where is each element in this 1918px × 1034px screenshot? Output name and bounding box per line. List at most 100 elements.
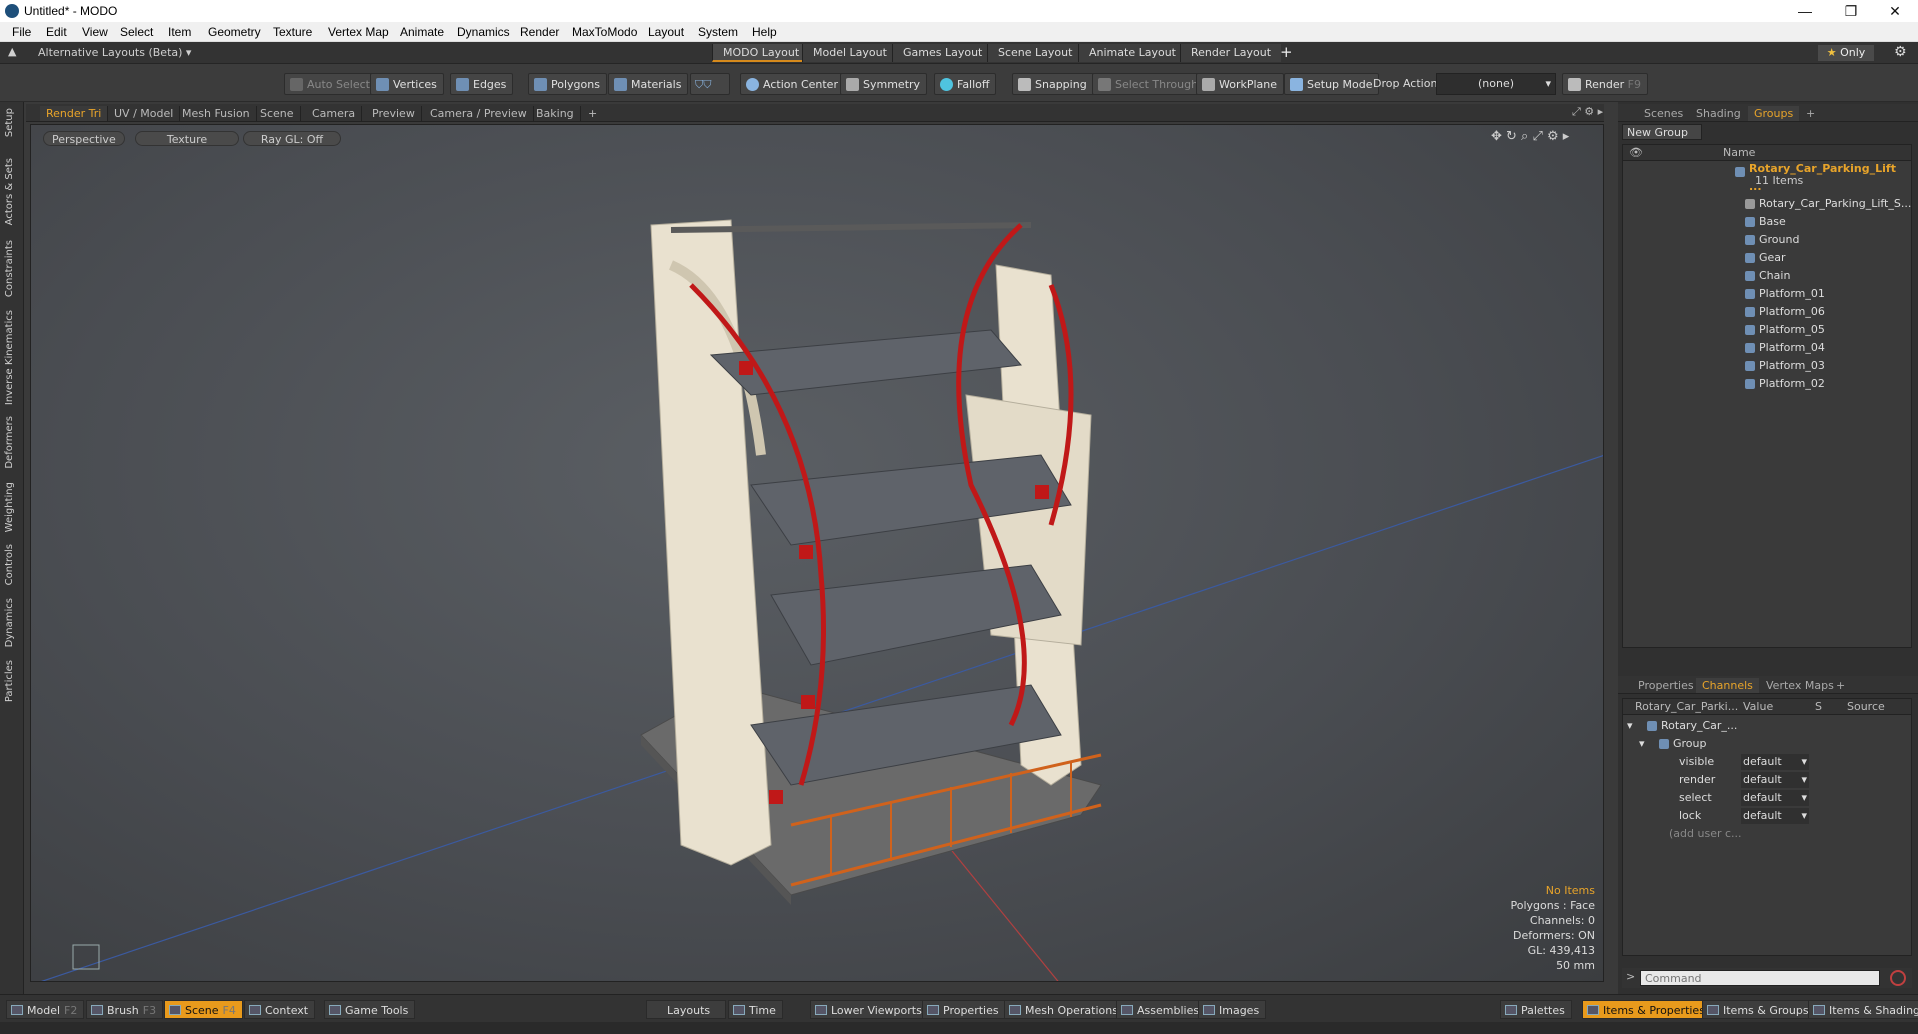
command-input[interactable]: [1640, 970, 1880, 986]
setup-mode-button[interactable]: Setup Mode: [1284, 73, 1380, 95]
menu-layout[interactable]: Layout: [648, 25, 684, 39]
list-item[interactable]: Base: [1623, 213, 1911, 231]
channel-row[interactable]: lock default ▾: [1623, 807, 1911, 825]
tab-properties[interactable]: Properties: [1632, 678, 1700, 693]
tab-scenes[interactable]: Scenes: [1638, 106, 1689, 121]
tree-root-row[interactable]: ▾ Rotary_Car_...: [1623, 717, 1911, 735]
channel-row[interactable]: select default ▾: [1623, 789, 1911, 807]
eye-icon[interactable]: 👁: [1629, 145, 1643, 161]
lower-viewports-button[interactable]: Lower Viewports: [810, 1000, 929, 1019]
menu-view[interactable]: View: [82, 25, 108, 39]
menu-file[interactable]: File: [12, 25, 31, 39]
tab-vertex-maps[interactable]: Vertex Maps: [1760, 678, 1840, 693]
list-item[interactable]: Ground: [1623, 231, 1911, 249]
menu-help[interactable]: Help: [752, 25, 777, 39]
brush-button[interactable]: Brush F3: [86, 1000, 164, 1019]
model-button[interactable]: Model F2: [6, 1000, 85, 1019]
list-item[interactable]: Platform_01: [1623, 285, 1911, 303]
close-button[interactable]: ✕: [1872, 1, 1918, 21]
select-through-button[interactable]: Select Through: [1092, 73, 1206, 95]
layout-up-icon[interactable]: ▲: [8, 45, 16, 58]
tab-render-tri[interactable]: Render Tri: [40, 106, 109, 121]
list-item[interactable]: Gear: [1623, 249, 1911, 267]
vertices-button[interactable]: Vertices: [370, 73, 444, 95]
tab-channels[interactable]: Channels: [1696, 678, 1759, 693]
action-center-button[interactable]: Action Center: [740, 73, 845, 95]
gear-icon[interactable]: ⚙: [1894, 44, 1907, 60]
maximize-button[interactable]: ❐: [1828, 1, 1874, 21]
tab-groups[interactable]: Groups: [1748, 106, 1800, 121]
items-shading-button[interactable]: Items & Shading: [1808, 1000, 1918, 1019]
channel-row[interactable]: render default ▾: [1623, 771, 1911, 789]
menu-system[interactable]: System: [698, 25, 738, 39]
time-button[interactable]: Time: [728, 1000, 783, 1019]
list-item[interactable]: Rotary_Car_Parking_Lift_S...: [1623, 195, 1911, 213]
channel-value-select[interactable]: default ▾: [1741, 772, 1809, 788]
auto-select-button[interactable]: Auto Select: [284, 73, 377, 95]
only-toggle[interactable]: ★ Only: [1818, 45, 1874, 61]
new-group-button[interactable]: New Group: [1622, 124, 1702, 140]
channel-value-select[interactable]: default ▾: [1741, 754, 1809, 770]
snapping-button[interactable]: Snapping: [1012, 73, 1094, 95]
layout-switcher[interactable]: Alternative Layouts (Beta) ▾: [38, 46, 191, 59]
falloff-button[interactable]: Falloff: [934, 73, 997, 95]
tab-games-layout[interactable]: Games Layout: [892, 44, 993, 62]
add-user-channel-row[interactable]: (add user c...: [1623, 825, 1911, 843]
list-item[interactable]: Chain: [1623, 267, 1911, 285]
tree-group-row[interactable]: ▾ Group: [1623, 735, 1911, 753]
items-groups-button[interactable]: Items & Groups: [1702, 1000, 1816, 1019]
tab-uv-model[interactable]: UV / Model: [108, 106, 181, 121]
tab-camera[interactable]: Camera: [306, 106, 363, 121]
vtab-weighting[interactable]: Weighting: [4, 482, 15, 532]
add-layout-button[interactable]: +: [1280, 43, 1293, 61]
game-tools-button[interactable]: Game Tools: [324, 1000, 416, 1019]
viewport-settings-icon[interactable]: ⤢ ⚙ ▸: [1572, 105, 1603, 119]
vtab-setup[interactable]: Setup: [4, 108, 15, 137]
palettes-button[interactable]: Palettes: [1500, 1000, 1572, 1019]
tab-shading[interactable]: Shading: [1690, 106, 1747, 121]
scene-button[interactable]: Scene F4: [164, 1000, 243, 1019]
3d-viewport[interactable]: Perspective Texture Ray GL: Off ✥ ↻ ⌕ ⤢ …: [30, 124, 1604, 982]
vtab-deformers[interactable]: Deformers: [4, 416, 15, 469]
list-item[interactable]: Platform_04: [1623, 339, 1911, 357]
images-button[interactable]: Images: [1198, 1000, 1267, 1019]
group-root-row[interactable]: Rotary_Car_Parking_Lift ... 11 Items: [1623, 162, 1911, 193]
context-button[interactable]: Context: [244, 1000, 316, 1019]
tab-baking[interactable]: Baking: [530, 106, 581, 121]
vtab-controls[interactable]: Controls: [4, 544, 15, 585]
menu-texture[interactable]: Texture: [273, 25, 312, 39]
list-item[interactable]: Platform_06: [1623, 303, 1911, 321]
add-tab-button[interactable]: +: [1830, 678, 1851, 693]
tab-mesh-fusion[interactable]: Mesh Fusion: [176, 106, 257, 121]
menu-maxtomodo[interactable]: MaxToModo: [572, 25, 637, 39]
channel-value-select[interactable]: default ▾: [1741, 808, 1809, 824]
items-properties-button[interactable]: Items & Properties: [1582, 1000, 1712, 1019]
tab-render-layout[interactable]: Render Layout: [1180, 44, 1282, 62]
menu-item[interactable]: Item: [168, 25, 191, 39]
drop-action-select[interactable]: (none) ▾: [1436, 73, 1556, 95]
vtab-dynamics[interactable]: Dynamics: [4, 598, 15, 647]
menu-render[interactable]: Render: [520, 25, 559, 39]
list-item[interactable]: Platform_05: [1623, 321, 1911, 339]
menu-animate[interactable]: Animate: [400, 25, 444, 39]
vtab-inverse-kinematics[interactable]: Inverse Kinematics: [4, 310, 15, 405]
tab-animate-layout[interactable]: Animate Layout: [1078, 44, 1186, 62]
vtab-constraints[interactable]: Constraints: [4, 240, 15, 297]
channel-row[interactable]: visible default ▾: [1623, 753, 1911, 771]
menu-dynamics[interactable]: Dynamics: [457, 25, 510, 39]
tab-modo-layout[interactable]: MODO Layout: [712, 44, 810, 62]
menu-edit[interactable]: Edit: [46, 25, 67, 39]
list-item[interactable]: Platform_02: [1623, 375, 1911, 393]
properties-button[interactable]: Properties: [922, 1000, 1006, 1019]
tab-model-layout[interactable]: Model Layout: [802, 44, 897, 62]
vtab-particles[interactable]: Particles: [4, 660, 15, 702]
menu-select[interactable]: Select: [120, 25, 153, 39]
edges-button[interactable]: Edges: [450, 73, 514, 95]
record-icon[interactable]: [1890, 970, 1906, 986]
shield-buttons[interactable]: ⛉⛉: [690, 73, 730, 95]
list-item[interactable]: Platform_03: [1623, 357, 1911, 375]
assemblies-button[interactable]: Assemblies: [1116, 1000, 1207, 1019]
workplane-button[interactable]: WorkPlane: [1196, 73, 1285, 95]
tab-scene-layout[interactable]: Scene Layout: [987, 44, 1083, 62]
tab-scene[interactable]: Scene: [254, 106, 301, 121]
